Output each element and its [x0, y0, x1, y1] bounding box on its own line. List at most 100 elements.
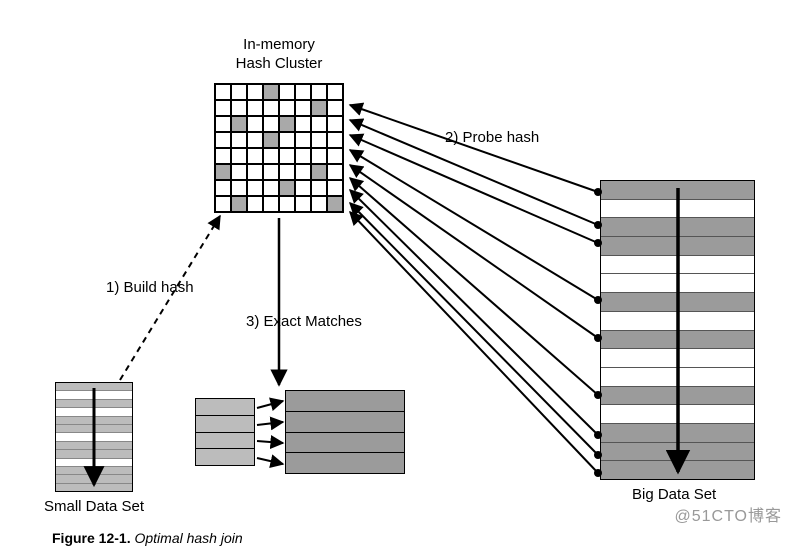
hash-cell — [215, 164, 231, 180]
small-data-set — [55, 382, 133, 492]
hash-cell — [295, 100, 311, 116]
table-row — [56, 459, 132, 467]
hash-cell — [311, 180, 327, 196]
match-connector-arrows — [257, 401, 283, 464]
hash-cell — [311, 148, 327, 164]
hash-cell — [311, 132, 327, 148]
build-hash-arrow — [120, 216, 220, 380]
table-row — [601, 405, 754, 424]
hash-cell — [279, 116, 295, 132]
hash-cell — [279, 164, 295, 180]
table-row — [601, 293, 754, 312]
step3-label: 3) Exact Matches — [246, 313, 362, 332]
hash-cell — [247, 164, 263, 180]
exact-matches-left-table — [195, 398, 255, 466]
table-row — [601, 349, 754, 368]
hash-cell — [327, 148, 343, 164]
exact-matches-right-table — [285, 390, 405, 474]
hash-cluster-title: In-memoryHash Cluster — [234, 36, 324, 74]
hash-cell — [311, 116, 327, 132]
table-row — [196, 399, 254, 416]
hash-cell — [263, 148, 279, 164]
hash-cell — [327, 116, 343, 132]
hash-cell — [311, 84, 327, 100]
hash-cell — [215, 180, 231, 196]
hash-cell — [263, 196, 279, 212]
table-row — [56, 484, 132, 491]
watermark: @51CTO博客 — [674, 502, 782, 526]
step2-label: 2) Probe hash — [445, 129, 539, 148]
table-row — [56, 400, 132, 408]
step1-label: 1) Build hash — [106, 279, 194, 298]
table-row — [286, 391, 404, 412]
figure-caption: Figure 12-1. Optimal hash join — [52, 530, 243, 546]
table-row — [56, 450, 132, 458]
table-row — [601, 424, 754, 443]
hash-cell — [215, 148, 231, 164]
table-row — [56, 442, 132, 450]
hash-cell — [279, 84, 295, 100]
table-row — [196, 433, 254, 450]
table-row — [601, 387, 754, 406]
table-row — [56, 408, 132, 416]
hash-cell — [263, 132, 279, 148]
hash-cell — [263, 116, 279, 132]
table-row — [56, 475, 132, 483]
hash-cell — [295, 196, 311, 212]
hash-cell — [247, 180, 263, 196]
hash-cell — [263, 100, 279, 116]
hash-cell — [247, 84, 263, 100]
hash-cell — [279, 100, 295, 116]
hash-cell — [279, 196, 295, 212]
figure-title: Optimal hash join — [134, 530, 242, 546]
hash-cell — [311, 100, 327, 116]
table-row — [601, 312, 754, 331]
table-row — [286, 433, 404, 454]
table-row — [56, 467, 132, 475]
hash-cell — [295, 116, 311, 132]
hash-cell — [231, 100, 247, 116]
hash-cell — [247, 116, 263, 132]
table-row — [601, 200, 754, 219]
hash-cell — [327, 100, 343, 116]
hash-cell — [263, 84, 279, 100]
table-row — [601, 331, 754, 350]
hash-cell — [295, 164, 311, 180]
hash-cell — [263, 180, 279, 196]
hash-cell — [215, 100, 231, 116]
table-row — [601, 461, 754, 479]
table-row — [601, 218, 754, 237]
hash-cell — [279, 132, 295, 148]
hash-cell — [295, 132, 311, 148]
hash-cluster-grid — [214, 83, 344, 213]
table-row — [56, 383, 132, 391]
table-row — [601, 443, 754, 462]
table-row — [196, 449, 254, 465]
hash-cell — [279, 180, 295, 196]
hash-cell — [295, 148, 311, 164]
hash-cell — [215, 84, 231, 100]
table-row — [56, 417, 132, 425]
table-row — [601, 368, 754, 387]
hash-cell — [327, 84, 343, 100]
hash-cell — [231, 164, 247, 180]
hash-cell — [215, 196, 231, 212]
hash-cell — [231, 84, 247, 100]
hash-cell — [327, 180, 343, 196]
hash-cell — [311, 196, 327, 212]
table-row — [601, 256, 754, 275]
hash-cell — [231, 132, 247, 148]
table-row — [56, 425, 132, 433]
table-row — [196, 416, 254, 433]
table-row — [286, 412, 404, 433]
hash-cell — [247, 132, 263, 148]
hash-cell — [231, 148, 247, 164]
hash-cell — [295, 84, 311, 100]
figure-number: Figure 12-1. — [52, 530, 131, 546]
hash-cell — [311, 164, 327, 180]
hash-cell — [215, 116, 231, 132]
hash-cell — [215, 132, 231, 148]
table-row — [601, 237, 754, 256]
hash-cell — [263, 164, 279, 180]
table-row — [56, 391, 132, 399]
